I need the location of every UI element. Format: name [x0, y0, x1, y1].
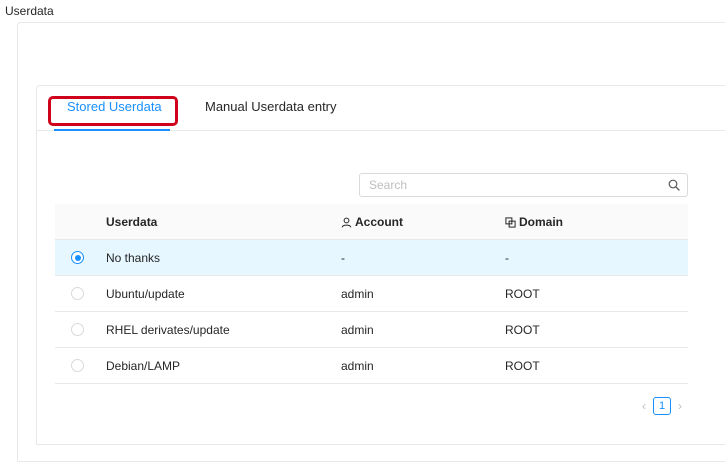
- table-header: Userdata Account Domain: [55, 204, 688, 240]
- table-row[interactable]: Ubuntu/update admin ROOT: [55, 276, 688, 312]
- domain-cell: -: [505, 251, 509, 265]
- account-cell: admin: [341, 287, 374, 301]
- search-box[interactable]: [359, 173, 688, 197]
- userdata-table: Userdata Account Domain No thanks - - Ub…: [55, 204, 688, 384]
- userdata-name: No thanks: [106, 251, 161, 265]
- table-row[interactable]: Debian/LAMP admin ROOT: [55, 348, 688, 384]
- account-cell: admin: [341, 323, 374, 337]
- account-cell: -: [341, 251, 345, 265]
- user-icon: [341, 217, 352, 227]
- userdata-name: Ubuntu/update: [106, 287, 185, 301]
- chevron-right-icon[interactable]: ›: [673, 399, 687, 413]
- tab-manual-userdata-entry[interactable]: Manual Userdata entry: [205, 99, 337, 114]
- account-cell: admin: [341, 359, 374, 373]
- row-radio[interactable]: [71, 359, 84, 372]
- column-header-userdata[interactable]: Userdata: [106, 215, 157, 229]
- chevron-left-icon[interactable]: ‹: [637, 399, 651, 413]
- tab-bar: Stored Userdata Manual Userdata entry: [37, 86, 725, 131]
- search-icon[interactable]: [668, 179, 680, 191]
- section-label: Userdata: [5, 4, 54, 18]
- table-row[interactable]: RHEL derivates/update admin ROOT: [55, 312, 688, 348]
- row-radio[interactable]: [71, 323, 84, 336]
- column-header-domain[interactable]: Domain: [505, 215, 563, 229]
- domain-cell: ROOT: [505, 323, 540, 337]
- table-row[interactable]: No thanks - -: [55, 240, 688, 276]
- search-input[interactable]: [360, 174, 660, 196]
- row-radio[interactable]: [71, 287, 84, 300]
- userdata-tabs-card: Stored Userdata Manual Userdata entry Us…: [36, 85, 725, 445]
- block-icon: [505, 216, 516, 228]
- column-header-account[interactable]: Account: [341, 215, 403, 229]
- domain-cell: ROOT: [505, 287, 540, 301]
- active-tab-indicator: [54, 129, 170, 131]
- row-radio[interactable]: [71, 251, 84, 264]
- tab-stored-userdata[interactable]: Stored Userdata: [67, 99, 162, 114]
- page-button[interactable]: 1: [653, 397, 671, 415]
- userdata-name: RHEL derivates/update: [106, 323, 230, 337]
- domain-cell: ROOT: [505, 359, 540, 373]
- userdata-name: Debian/LAMP: [106, 359, 181, 373]
- pagination: ‹ 1 ›: [637, 396, 687, 416]
